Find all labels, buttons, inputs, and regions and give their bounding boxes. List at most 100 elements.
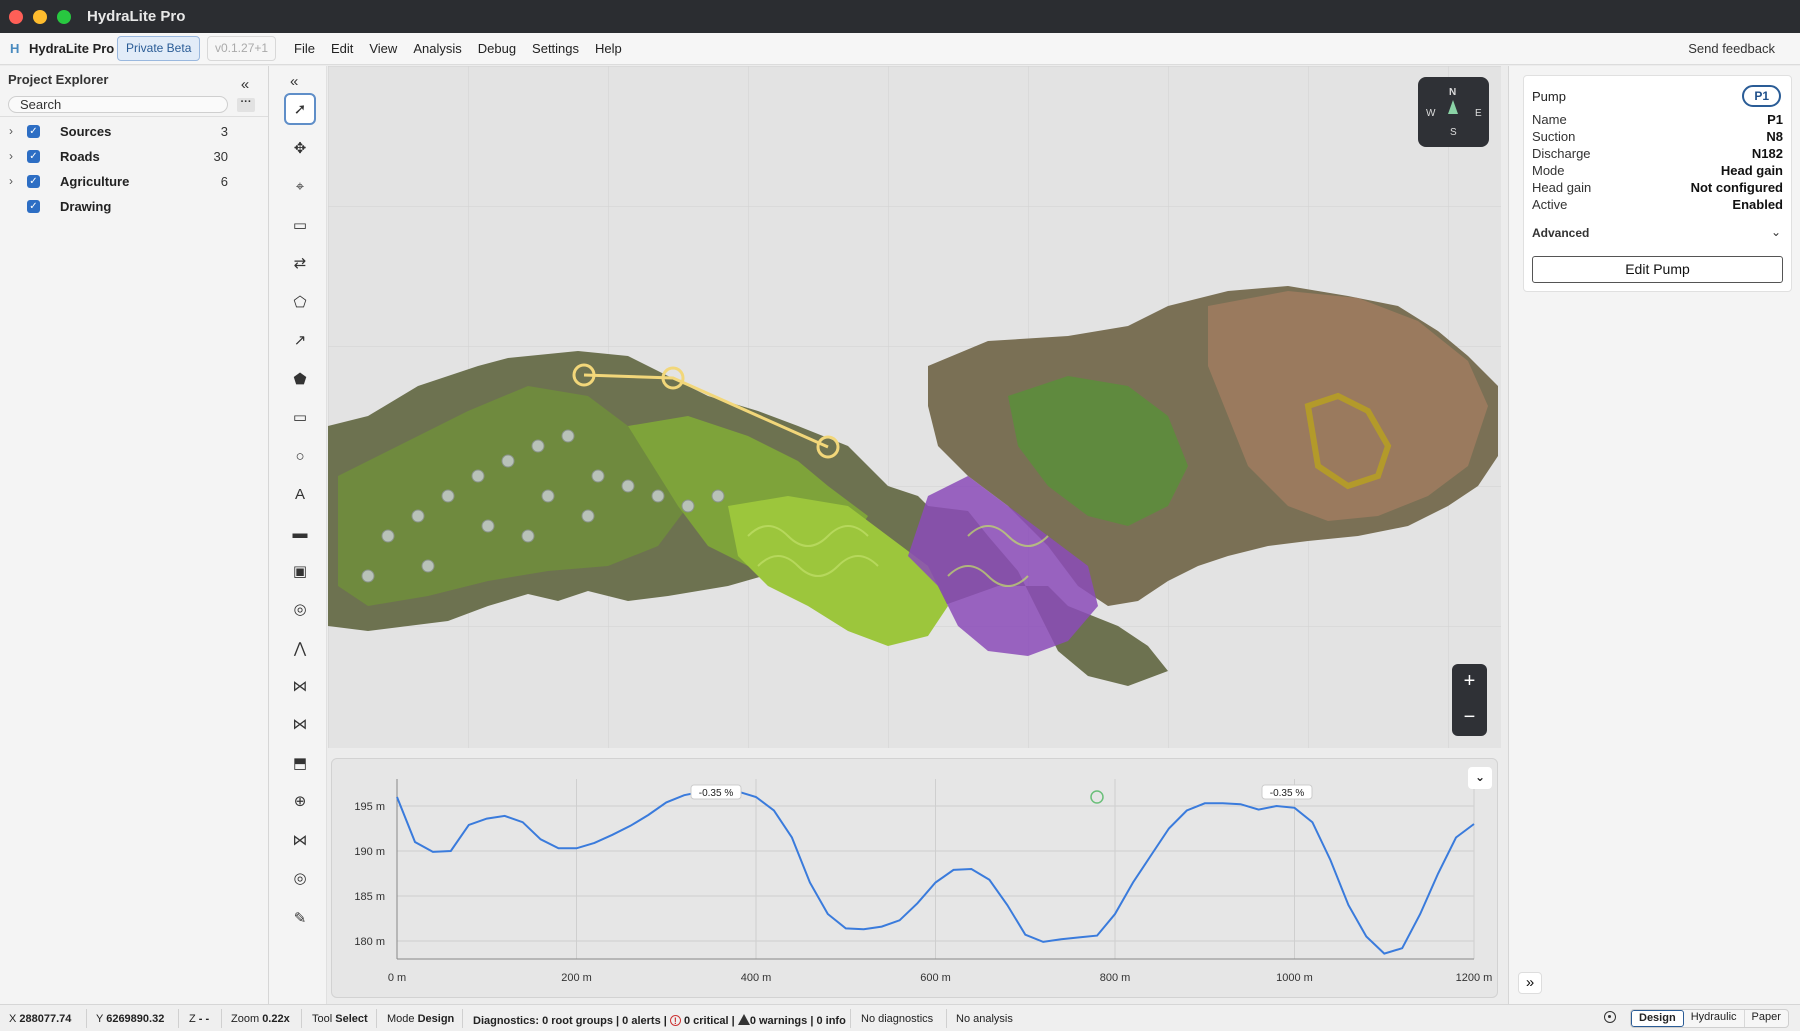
chevron-down-icon[interactable]: ⌄: [1771, 225, 1781, 239]
menu-help[interactable]: Help: [595, 41, 631, 56]
menu-bar: H HydraLite Pro Private Beta v0.1.27+1 F…: [0, 33, 1800, 65]
x-tick-label: 400 m: [741, 972, 772, 984]
status-tool: Tool Select: [312, 1013, 368, 1025]
layer-row-drawing[interactable]: ✓ Drawing: [0, 195, 268, 219]
fitting-tool-icon[interactable]: ⊕: [284, 785, 316, 817]
map-canvas[interactable]: N W E S + −: [328, 66, 1501, 748]
y-tick-label: 185 m: [354, 891, 385, 903]
prop-row: Head gain Not configured: [1532, 180, 1783, 196]
road-tool-icon[interactable]: ⋀: [284, 632, 316, 664]
more-options-icon[interactable]: ···: [237, 97, 255, 112]
send-feedback-link[interactable]: Send feedback: [1688, 41, 1775, 56]
chevron-right-icon[interactable]: ›: [9, 149, 13, 163]
collapse-profile-icon[interactable]: ⌄: [1468, 767, 1492, 789]
critical-icon: !: [669, 1015, 681, 1026]
zoom-in-button[interactable]: +: [1452, 664, 1487, 700]
advanced-toggle[interactable]: Advanced ⌄: [1532, 225, 1783, 240]
layer-label: Roads: [60, 149, 100, 164]
menu-edit[interactable]: Edit: [331, 41, 362, 56]
image-tool-icon[interactable]: ▣: [284, 555, 316, 587]
layer-row-sources[interactable]: › ✓ Sources 3: [0, 120, 268, 144]
search-input[interactable]: [8, 96, 228, 113]
window-title: HydraLite Pro: [87, 8, 186, 25]
properties-panel: Pump P1 Name P1 Suction N8 Discharge N182 Mode…: [1508, 66, 1800, 1004]
menu-view[interactable]: View: [369, 41, 406, 56]
eraser-tool-icon[interactable]: ✎: [284, 902, 316, 934]
prop-value: Enabled: [1732, 197, 1783, 212]
layer-checkbox[interactable]: ✓: [27, 125, 40, 138]
project-explorer: Project Explorer « ··· › ✓ Sources 3 › ✓…: [0, 66, 269, 1004]
chevron-right-icon[interactable]: ›: [9, 124, 13, 138]
status-bar: X 288077.74 Y 6269890.32 Z - - Zoom 0.22…: [0, 1004, 1800, 1031]
mode-paper-button[interactable]: Paper: [1745, 1010, 1788, 1027]
check-valve-tool-icon[interactable]: ⋈: [284, 708, 316, 740]
pump-tool-icon[interactable]: ⬒: [284, 747, 316, 779]
app-logo-icon: H: [10, 41, 20, 56]
rectangle-tool-icon[interactable]: ▭: [284, 401, 316, 433]
layer-checkbox[interactable]: ✓: [27, 175, 40, 188]
emitter-tool-icon[interactable]: ◎: [284, 862, 316, 894]
x-tick-label: 800 m: [1100, 972, 1131, 984]
layer-checkbox[interactable]: ✓: [27, 150, 40, 163]
expand-panel-icon[interactable]: »: [1518, 972, 1542, 994]
x-tick-label: 1000 m: [1276, 972, 1313, 984]
zoom-window-button[interactable]: [57, 10, 71, 24]
valve-tool-icon[interactable]: ⋈: [284, 670, 316, 702]
layer-row-roads[interactable]: › ✓ Roads 30: [0, 145, 268, 169]
version-badge: v0.1.27+1: [207, 36, 277, 61]
minimize-window-button[interactable]: [33, 10, 47, 24]
shape-tool-icon[interactable]: ⬠: [284, 286, 316, 318]
compass-west: W: [1426, 108, 1436, 119]
mode-switch: Design Hydraulic Paper: [1630, 1009, 1789, 1028]
curve-tool-icon[interactable]: ↗: [284, 324, 316, 356]
polygon-tool-icon[interactable]: ⬟: [284, 363, 316, 395]
prop-value: N8: [1766, 129, 1783, 144]
prop-value: N182: [1751, 146, 1783, 161]
prop-row: Active Enabled: [1532, 197, 1783, 213]
zoom-out-button[interactable]: −: [1452, 700, 1487, 736]
status-z: Z - -: [189, 1013, 210, 1025]
close-window-button[interactable]: [9, 10, 23, 24]
text-tool-icon[interactable]: A: [284, 478, 316, 510]
status-diagnostics[interactable]: Diagnostics: 0 root groups | 0 alerts | …: [473, 1013, 846, 1027]
layer-row-agriculture[interactable]: › ✓ Agriculture 6: [0, 170, 268, 194]
private-beta-badge[interactable]: Private Beta: [117, 36, 201, 61]
mode-design-button[interactable]: Design: [1631, 1010, 1684, 1027]
pipe-route-tool-icon[interactable]: ⇄: [284, 247, 316, 279]
title-bar: HydraLite Pro: [0, 0, 1800, 33]
tank-tool-icon[interactable]: ▭: [284, 209, 316, 241]
prop-key: Mode: [1532, 163, 1565, 178]
elevation-profile: 195 m 190 m 185 m 180 m 0 m 200 m 400 m 600 m 80…: [331, 758, 1498, 998]
move-tool-icon[interactable]: ✥: [284, 132, 316, 164]
mode-hydraulic-button[interactable]: Hydraulic: [1684, 1010, 1745, 1027]
prop-row: Discharge N182: [1532, 146, 1783, 162]
y-tick-label: 190 m: [354, 846, 385, 858]
props-title: Pump: [1532, 89, 1566, 104]
circle-tool-icon[interactable]: ○: [284, 440, 316, 472]
target-tool-icon[interactable]: ◎: [284, 593, 316, 625]
menu-file[interactable]: File: [294, 41, 324, 56]
explorer-title: Project Explorer: [8, 72, 109, 87]
terrain-map[interactable]: [328, 66, 1501, 748]
menu-analysis[interactable]: Analysis: [413, 41, 470, 56]
sprinkler-tool-icon[interactable]: ⋈: [284, 824, 316, 856]
edit-pump-button[interactable]: Edit Pump: [1532, 256, 1783, 283]
node-tool-icon[interactable]: ⌖: [284, 170, 316, 202]
prop-value: Not configured: [1690, 180, 1783, 195]
compass-widget[interactable]: N W E S: [1418, 77, 1489, 147]
chevron-right-icon[interactable]: ›: [9, 174, 13, 188]
layer-count: 3: [220, 124, 228, 139]
layer-count: 6: [220, 174, 228, 189]
select-tool-icon[interactable]: ➚: [284, 93, 316, 125]
menu-debug[interactable]: Debug: [478, 41, 525, 56]
menu-settings[interactable]: Settings: [532, 41, 588, 56]
measure-tool-icon[interactable]: ▬: [284, 517, 316, 549]
app-window: HydraLite Pro H HydraLite Pro Private Be…: [0, 0, 1800, 1031]
tool-rail: « ➚ ✥ ⌖ ▭ ⇄ ⬠ ↗ ⬟ ▭ ○ A ▬ ▣ ◎ ⋀ ⋈ ⋈ ⬒ ⊕ ⋈ ◎ ✎: [269, 66, 327, 1004]
collapse-explorer-icon[interactable]: «: [236, 77, 254, 95]
collapse-rail-icon[interactable]: «: [290, 73, 298, 90]
locate-icon[interactable]: [1604, 1011, 1616, 1023]
layer-checkbox[interactable]: ✓: [27, 200, 40, 213]
advanced-label: Advanced: [1532, 226, 1590, 240]
prop-key: Suction: [1532, 129, 1576, 144]
